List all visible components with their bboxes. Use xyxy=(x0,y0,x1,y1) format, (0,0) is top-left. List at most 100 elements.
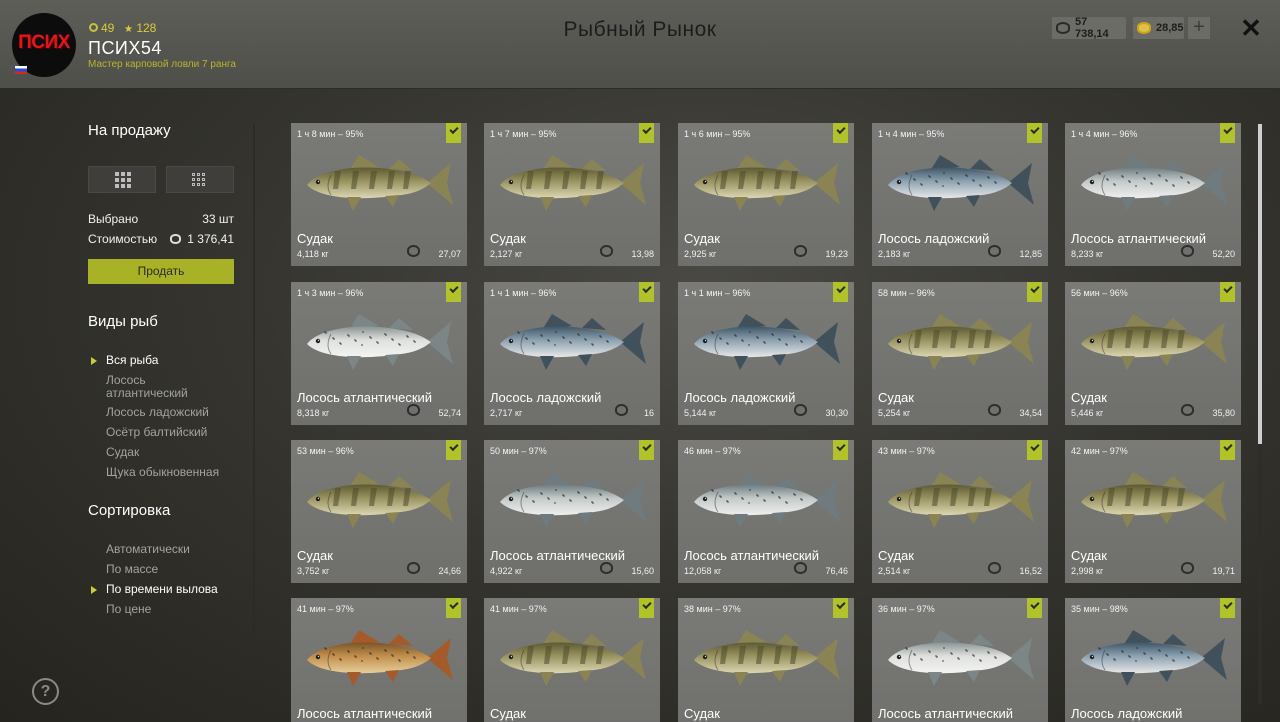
zander-fish-icon xyxy=(494,149,650,217)
gold-coins-icon xyxy=(1137,22,1151,34)
large-grid-view-button[interactable] xyxy=(88,166,156,193)
fish-card[interactable]: 41 мин – 97% Судак xyxy=(484,598,660,722)
fish-card[interactable]: 1 ч 8 мин – 95% Судак 4,118 кг 27,07 xyxy=(291,123,467,266)
fish-card[interactable]: 42 мин – 97% Судак 2,998 кг 19,71 xyxy=(1065,440,1241,583)
selected-check-icon[interactable] xyxy=(1027,282,1042,302)
sort-option-1[interactable]: По массе xyxy=(106,563,246,576)
sort-option-2[interactable]: По времени вылова xyxy=(106,583,246,596)
selected-check-icon[interactable] xyxy=(639,282,654,302)
fish-weight: 5,144 кг xyxy=(684,408,717,418)
zander-fish-icon xyxy=(301,149,457,217)
selected-check-icon[interactable] xyxy=(1027,598,1042,618)
selected-check-icon[interactable] xyxy=(1220,598,1235,618)
fish-card[interactable]: 58 мин – 96% Судак 5,254 кг 34,54 xyxy=(872,282,1048,425)
zander-fish-icon xyxy=(494,624,650,692)
salmon-silver-fish-icon xyxy=(494,466,650,534)
fish-price: 19,23 xyxy=(825,249,848,259)
fish-name: Лосось атлантический xyxy=(684,548,820,563)
selected-check-icon[interactable] xyxy=(833,282,848,302)
selected-check-icon[interactable] xyxy=(446,440,461,460)
species-filter-0[interactable]: Вся рыба xyxy=(106,354,246,367)
for-sale-title: На продажу xyxy=(88,122,171,139)
selected-check-icon[interactable] xyxy=(1220,282,1235,302)
sort-option-3[interactable]: По цене xyxy=(106,603,246,616)
fish-card[interactable]: 43 мин – 97% Судак 2,514 кг 16,52 xyxy=(872,440,1048,583)
small-grid-view-button[interactable] xyxy=(166,166,234,193)
species-filter-4[interactable]: Судак xyxy=(106,446,246,459)
coins-icon xyxy=(1181,562,1194,574)
sort-option-0[interactable]: Автоматически xyxy=(106,543,246,556)
fish-card[interactable]: 35 мин – 98% Лосось ладожский xyxy=(1065,598,1241,722)
catch-time-quality: 42 мин – 97% xyxy=(1071,446,1128,456)
coins-icon xyxy=(169,234,181,244)
fish-card[interactable]: 1 ч 3 мин – 96% Лосось атлантический 8,318… xyxy=(291,282,467,425)
fish-card[interactable]: 36 мин – 97% Лосось атлантический xyxy=(872,598,1048,722)
fish-price: 15,60 xyxy=(631,566,654,576)
selected-check-icon[interactable] xyxy=(833,598,848,618)
fish-weight: 2,183 кг xyxy=(878,249,911,259)
coins-icon xyxy=(988,404,1001,416)
fish-weight: 8,233 кг xyxy=(1071,249,1104,259)
selected-check-icon[interactable] xyxy=(833,440,848,460)
fish-price: 13,98 xyxy=(631,249,654,259)
species-filter-1[interactable]: Лосось атлантический xyxy=(106,374,206,400)
cost-label: Стоимостью xyxy=(88,232,158,246)
fish-card[interactable]: 38 мин – 97% Судак xyxy=(678,598,854,722)
zander-fish-icon xyxy=(1075,308,1231,376)
fish-price: 16 xyxy=(643,408,654,418)
coins-icon xyxy=(794,245,807,257)
fish-card[interactable]: 1 ч 6 мин – 95% Судак 2,925 кг 19,23 xyxy=(678,123,854,266)
help-icon[interactable]: ? xyxy=(32,678,59,705)
fish-card[interactable]: 1 ч 7 мин – 95% Судак 2,127 кг 13,98 xyxy=(484,123,660,266)
fish-price: 52,74 xyxy=(438,408,461,418)
selected-check-icon[interactable] xyxy=(639,440,654,460)
selected-check-icon[interactable] xyxy=(446,123,461,143)
selected-check-icon[interactable] xyxy=(639,123,654,143)
fish-price: 34,54 xyxy=(1019,408,1042,418)
catch-time-quality: 38 мин – 97% xyxy=(684,604,741,614)
selected-check-icon[interactable] xyxy=(446,282,461,302)
fish-card[interactable]: 1 ч 1 мин – 96% Лосось ладожский 2,717 кг 1… xyxy=(484,282,660,425)
selected-label: Выбрано xyxy=(88,212,139,226)
fish-card[interactable]: 53 мин – 96% Судак 3,752 кг 24,66 xyxy=(291,440,467,583)
fish-card[interactable]: 1 ч 1 мин – 96% Лосось ладожский 5,144 кг 3… xyxy=(678,282,854,425)
sell-button[interactable]: Продать xyxy=(88,259,234,284)
fish-name: Судак xyxy=(297,548,333,563)
fish-card[interactable]: 50 мин – 97% Лосось атлантический 4,922 кг… xyxy=(484,440,660,583)
selected-check-icon[interactable] xyxy=(1220,440,1235,460)
coins-icon xyxy=(794,404,807,416)
salmon-white-fish-icon xyxy=(301,308,457,376)
fish-name: Лосось атлантический xyxy=(490,548,626,563)
scrollbar-thumb[interactable] xyxy=(1258,124,1262,444)
salmon-blue-fish-icon xyxy=(882,149,1038,217)
fish-name: Лосось атлантический xyxy=(297,706,433,721)
selected-check-icon[interactable] xyxy=(639,598,654,618)
fish-weight: 3,752 кг xyxy=(297,566,330,576)
fish-price: 16,52 xyxy=(1019,566,1042,576)
selected-arrow-icon xyxy=(91,357,97,365)
coins-icon xyxy=(407,562,420,574)
coins-icon xyxy=(407,404,420,416)
selected-check-icon[interactable] xyxy=(1220,123,1235,143)
catch-time-quality: 1 ч 4 мин – 95% xyxy=(878,129,945,139)
selected-check-icon[interactable] xyxy=(446,598,461,618)
selected-check-icon[interactable] xyxy=(1027,123,1042,143)
selected-check-icon[interactable] xyxy=(833,123,848,143)
fish-card[interactable]: 1 ч 4 мин – 95% Лосось ладожский 2,183 кг 1… xyxy=(872,123,1048,266)
fish-weight: 4,922 кг xyxy=(490,566,523,576)
fish-card[interactable]: 56 мин – 96% Судак 5,446 кг 35,80 xyxy=(1065,282,1241,425)
selected-check-icon[interactable] xyxy=(1027,440,1042,460)
species-filter-3[interactable]: Осётр балтийский xyxy=(106,426,246,439)
player-rank: Мастер карповой ловли 7 ранга xyxy=(88,59,236,70)
fish-card[interactable]: 41 мин – 97% Лосось атлантический xyxy=(291,598,467,722)
add-gold-button[interactable]: + xyxy=(1188,17,1210,39)
fish-card[interactable]: 46 мин – 97% Лосось атлантический 12,058 к… xyxy=(678,440,854,583)
salmon-blue-fish-icon xyxy=(494,308,650,376)
catch-time-quality: 36 мин – 97% xyxy=(878,604,935,614)
fish-card[interactable]: 1 ч 4 мин – 96% Лосось атлантический 8,233… xyxy=(1065,123,1241,266)
species-filter-2[interactable]: Лосось ладожский xyxy=(106,406,246,419)
fish-name: Лосось ладожский xyxy=(878,231,990,246)
species-filter-5[interactable]: Щука обыкновенная xyxy=(106,466,246,479)
coins-icon xyxy=(988,562,1001,574)
close-icon[interactable]: ✕ xyxy=(1238,14,1264,42)
